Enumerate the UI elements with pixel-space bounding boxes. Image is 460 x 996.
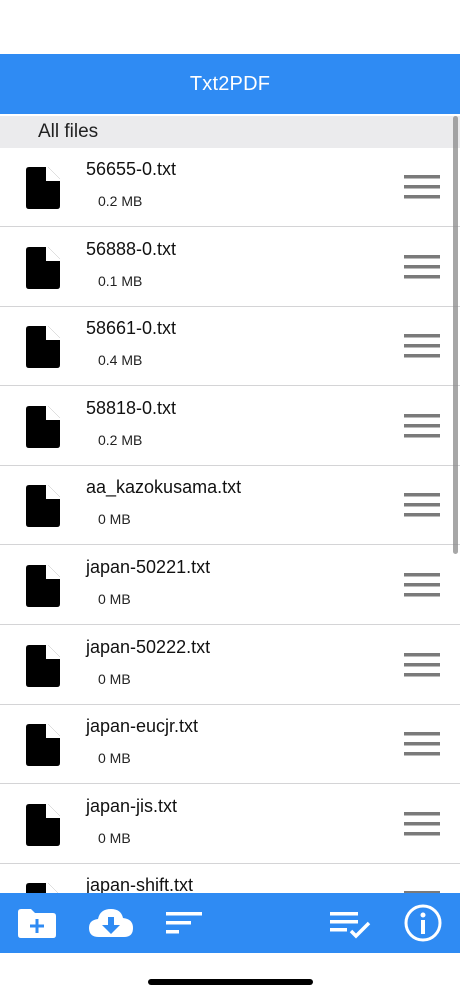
file-icon xyxy=(26,565,60,607)
select-list-button[interactable] xyxy=(328,903,371,943)
cloud-download-icon xyxy=(89,909,133,937)
file-row[interactable]: 58818-0.txt 0.2 MB xyxy=(0,386,460,466)
file-name: aa_kazokusama.txt xyxy=(86,477,242,498)
file-row[interactable]: japan-50222.txt 0 MB xyxy=(0,625,460,705)
file-icon xyxy=(26,485,60,528)
file-icon xyxy=(26,326,60,369)
sort-button[interactable] xyxy=(164,903,206,943)
menu-icon[interactable] xyxy=(404,571,440,599)
info-icon xyxy=(404,904,442,942)
file-row[interactable]: japan-50221.txt 0 MB xyxy=(0,545,460,625)
menu-icon[interactable] xyxy=(404,491,440,519)
file-size: 0 MB xyxy=(98,750,131,767)
menu-icon[interactable] xyxy=(404,332,440,360)
file-row[interactable]: japan-eucjr.txt 0 MB xyxy=(0,704,460,785)
file-name: 56888-0.txt xyxy=(86,238,177,259)
file-row[interactable]: 56888-0.txt 0.1 MB xyxy=(0,227,460,307)
file-row[interactable]: 58661-0.txt 0.4 MB xyxy=(0,306,460,387)
file-size: 0 MB xyxy=(98,511,131,528)
scrollbar[interactable] xyxy=(453,116,458,554)
home-indicator-area xyxy=(0,953,460,996)
bottom-toolbar xyxy=(0,893,460,953)
cloud-download-button[interactable] xyxy=(86,903,136,943)
file-row[interactable]: japan-shift.txt xyxy=(0,863,460,893)
file-name: 58661-0.txt xyxy=(86,318,177,339)
file-name: japan-jis.txt xyxy=(86,795,178,816)
menu-icon[interactable] xyxy=(404,730,440,758)
file-size: 0 MB xyxy=(98,591,131,607)
file-size: 0.2 MB xyxy=(98,193,143,209)
sort-icon xyxy=(166,912,202,934)
section-title: All files xyxy=(38,121,99,142)
app-header: Txt2PDF xyxy=(0,54,460,114)
file-name: japan-50221.txt xyxy=(86,557,211,577)
file-icon xyxy=(26,246,60,289)
file-size: 0.2 MB xyxy=(98,431,143,448)
file-list[interactable]: 56655-0.txt 0.2 MB 56888-0.txt 0.1 MB 58661-… xyxy=(0,147,460,893)
menu-icon[interactable] xyxy=(404,810,440,838)
file-icon xyxy=(26,405,60,448)
file-size: 0 MB xyxy=(98,829,131,846)
add-folder-button[interactable] xyxy=(16,903,58,943)
file-name: 58818-0.txt xyxy=(86,397,177,418)
menu-icon[interactable] xyxy=(404,173,440,201)
app-title: Txt2PDF xyxy=(189,72,271,95)
info-button[interactable] xyxy=(402,903,444,943)
file-icon xyxy=(26,644,60,687)
file-size: 0 MB xyxy=(98,670,131,687)
select-list-icon xyxy=(330,912,371,939)
file-row[interactable]: aa_kazokusama.txt 0 MB xyxy=(0,465,460,546)
file-name: japan-50222.txt xyxy=(86,636,211,657)
file-name: japan-eucjr.txt xyxy=(86,716,199,737)
file-icon xyxy=(26,167,60,209)
file-icon xyxy=(26,803,60,846)
menu-icon[interactable] xyxy=(404,651,440,679)
file-row[interactable]: japan-jis.txt 0 MB xyxy=(0,784,460,864)
file-name: 56655-0.txt xyxy=(86,159,177,179)
add-folder-icon xyxy=(18,909,56,938)
menu-icon[interactable] xyxy=(404,253,440,281)
file-icon xyxy=(26,883,58,893)
file-size: 0.4 MB xyxy=(98,352,143,369)
menu-icon[interactable] xyxy=(404,412,440,440)
status-bar-area xyxy=(0,0,460,54)
file-row[interactable]: 56655-0.txt 0.2 MB xyxy=(0,147,460,227)
file-size: 0.1 MB xyxy=(98,272,143,289)
file-icon xyxy=(26,724,60,767)
file-name: japan-shift.txt xyxy=(86,875,194,893)
home-indicator[interactable] xyxy=(148,979,313,985)
section-header: All files xyxy=(0,116,460,148)
